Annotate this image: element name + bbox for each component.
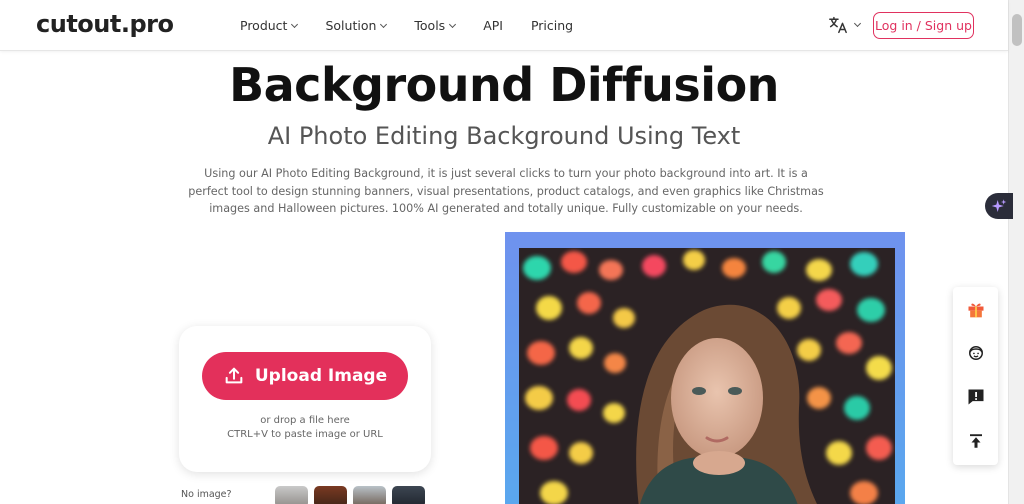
back-to-top-button[interactable] <box>964 429 988 453</box>
logo[interactable]: cutout.pro <box>36 10 174 38</box>
chevron-down-icon <box>380 20 388 28</box>
floating-side-toolbar <box>953 287 998 465</box>
nav-tools-label: Tools <box>414 18 446 33</box>
sample-image-thumbnail[interactable] <box>314 486 347 504</box>
page-title: Background Diffusion <box>229 58 779 112</box>
no-image-label: No image? <box>181 489 232 500</box>
upload-image-button[interactable]: Upload Image <box>202 352 408 400</box>
feedback-button[interactable] <box>964 385 988 409</box>
nav-tools[interactable]: Tools <box>414 18 457 33</box>
scrollbar-thumb[interactable] <box>1012 14 1022 46</box>
drop-file-text: or drop a file here <box>260 415 350 426</box>
chevron-down-icon <box>291 20 299 28</box>
sparkle-icon <box>991 199 1007 212</box>
feedback-icon <box>968 389 984 405</box>
top-navbar: cutout.pro Product Solution Tools API Pr… <box>0 0 1008 51</box>
sample-image-thumbnail[interactable] <box>392 486 425 504</box>
paste-hint-text: CTRL+V to paste image or URL <box>227 429 383 440</box>
nav-api[interactable]: API <box>483 18 503 33</box>
nav-product[interactable]: Product <box>240 18 299 33</box>
nav-solution[interactable]: Solution <box>325 18 388 33</box>
nav-product-label: Product <box>240 18 288 33</box>
upload-image-label: Upload Image <box>254 366 388 386</box>
page-subtitle: AI Photo Editing Background Using Text <box>267 122 741 150</box>
translate-icon <box>829 16 847 34</box>
gift-button[interactable] <box>964 297 988 321</box>
nav-solution-label: Solution <box>325 18 377 33</box>
back-to-top-icon <box>970 434 982 448</box>
ai-assistant-button[interactable] <box>985 193 1013 219</box>
upload-icon <box>225 367 243 384</box>
nav-pricing-label: Pricing <box>530 18 574 33</box>
chevron-down-icon <box>449 20 457 28</box>
chevron-down-icon <box>853 19 862 28</box>
customer-support-button[interactable] <box>964 341 988 365</box>
sample-images <box>275 486 425 504</box>
main-nav: Product Solution Tools API Pricing <box>240 18 601 33</box>
gift-icon <box>968 303 984 318</box>
sample-image-thumbnail[interactable] <box>275 486 308 504</box>
upload-card[interactable]: Upload Image or drop a file here CTRL+V … <box>179 326 431 472</box>
page-scrollbar[interactable] <box>1008 0 1024 504</box>
page-description: Using our AI Photo Editing Background, i… <box>188 167 824 215</box>
login-signup-button[interactable]: Log in / Sign up <box>873 12 974 39</box>
drop-hint: or drop a file here CTRL+V to paste imag… <box>179 414 431 442</box>
demo-image <box>519 248 895 504</box>
sample-image-thumbnail[interactable] <box>353 486 386 504</box>
nav-pricing[interactable]: Pricing <box>531 18 573 33</box>
demo-image-frame <box>505 232 905 504</box>
support-agent-icon <box>969 346 983 360</box>
nav-api-label: API <box>483 18 503 33</box>
language-selector[interactable] <box>828 16 862 34</box>
